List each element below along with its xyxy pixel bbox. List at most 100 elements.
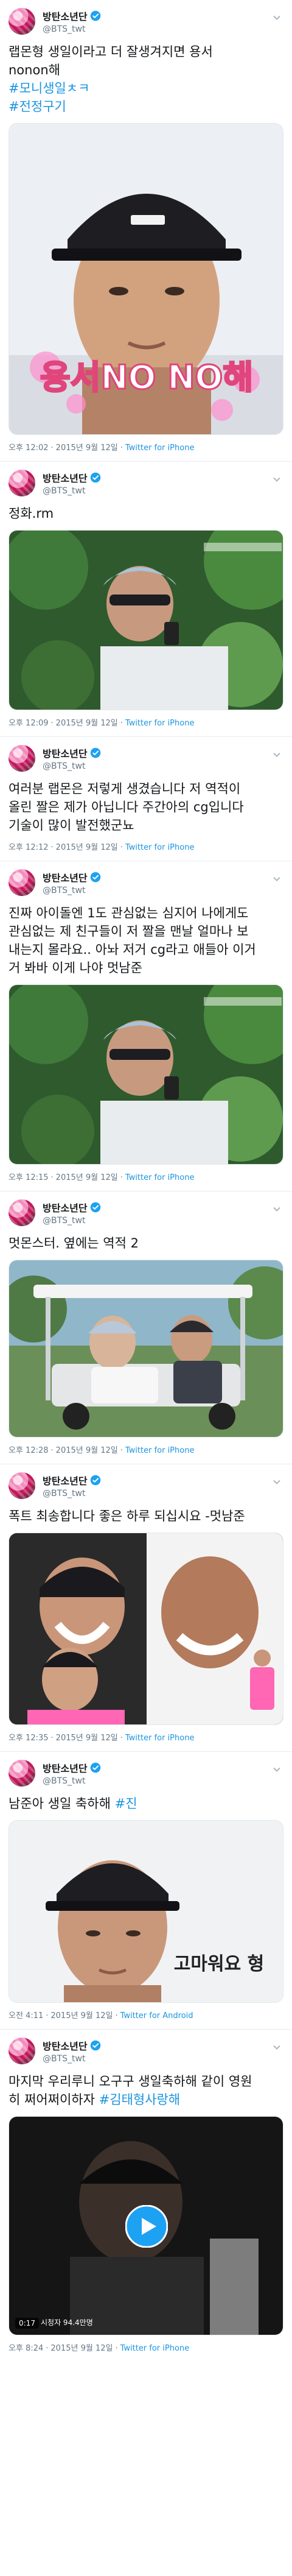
tweet-source-link[interactable]: Twitter for iPhone	[125, 1734, 195, 1743]
tweet-text-line: 랩몬형 생일이라고 더 잘생겨지면 용서	[9, 44, 213, 59]
author-name[interactable]: 방탄소년단	[43, 470, 88, 485]
tweet-source-link[interactable]: Twitter for iPhone	[125, 843, 195, 852]
tweet[interactable]: 방탄소년단 @BTS_twt 랩몬형 생일이라고 더 잘생겨지면 용서 nono…	[0, 0, 292, 462]
tweet[interactable]: 방탄소년단 @BTS_twt 남준아 생일 축하해 #진 고마워요 형 오전 4…	[0, 1752, 292, 2030]
tweet-time: 오후 12:02	[9, 443, 49, 453]
tweet-meta: 오후 12:35 · 2015년 9월 12일 · Twitter for iPhone	[9, 1734, 195, 1743]
name-row: 방탄소년단	[43, 746, 101, 760]
tweet[interactable]: 방탄소년단 @BTS_twt 여러분 랩몬은 저렇게 생겼습니다 저 역적이 올…	[0, 737, 292, 861]
chevron-down-icon[interactable]	[273, 13, 281, 22]
photo-caption: 고마워요 형	[174, 1953, 264, 1975]
author-handle: @BTS_twt	[43, 886, 86, 895]
author-name[interactable]: 방탄소년단	[43, 746, 88, 760]
tweet-text-line: 여러분 랩몬은 저렇게 생겼습니다 저 역적이	[9, 782, 241, 796]
author-handle: @BTS_twt	[43, 1216, 86, 1226]
tweet-photo[interactable]: 용서NO NO해	[9, 123, 283, 435]
author-name[interactable]: 방탄소년단	[43, 9, 88, 23]
author-name[interactable]: 방탄소년단	[43, 1473, 88, 1487]
tweet-feed: 방탄소년단 @BTS_twt 랩몬형 생일이라고 더 잘생겨지면 용서 nono…	[0, 0, 292, 2362]
hashtag-link[interactable]: #김태형사랑해	[99, 2092, 181, 2107]
author-names: 방탄소년단 @BTS_twt	[43, 1760, 101, 1786]
photo-golf-cart	[9, 1260, 283, 1437]
tweet[interactable]: 방탄소년단 @BTS_twt 마지막 우리루니 오구구 생일축하해 같이 영원 …	[0, 2030, 292, 2362]
name-row: 방탄소년단	[43, 1473, 101, 1487]
author-name[interactable]: 방탄소년단	[43, 2038, 88, 2053]
avatar[interactable]	[9, 1760, 35, 1787]
tweet-source-link[interactable]: Twitter for iPhone	[125, 719, 195, 728]
tweet-photo[interactable]	[9, 984, 283, 1165]
tweet[interactable]: 방탄소년단 @BTS_twt 폭트 최송합니다 좋은 하루 되십시요 -멋남준	[0, 1464, 292, 1752]
tweet-header: 방탄소년단 @BTS_twt	[9, 469, 283, 497]
tweet-source-link[interactable]: Twitter for iPhone	[125, 1173, 195, 1182]
tweet-text-line: 히 쩌어쩌이하자 #김태형사랑해	[9, 2091, 283, 2109]
tweet-source-link[interactable]: Twitter for iPhone	[125, 443, 195, 453]
tweet-photo[interactable]	[9, 1260, 283, 1438]
hashtag-link[interactable]: #전정구기	[9, 97, 283, 116]
tweet-meta: 오후 8:24 · 2015년 9월 12일 · Twitter for iPhone	[9, 2344, 190, 2353]
author-name[interactable]: 방탄소년단	[43, 1200, 88, 1215]
tweet-source-link[interactable]: Twitter for iPhone	[125, 1446, 195, 1455]
author-name[interactable]: 방탄소년단	[43, 870, 88, 884]
tweet-date: 2015년 9월 12일	[55, 1173, 118, 1182]
author-names: 방탄소년단 @BTS_twt	[43, 746, 101, 771]
tweet-text-line: 폭트 최송합니다 좋은 하루 되십시요 -멋남준	[9, 1509, 245, 1523]
tweet-text: 여러분 랩몬은 저렇게 생겼습니다 저 역적이 올린 짤은 제가 아닙니다 주간…	[9, 780, 283, 835]
author-handle: @BTS_twt	[43, 1776, 86, 1786]
author-handle: @BTS_twt	[43, 1489, 86, 1498]
avatar[interactable]	[9, 2038, 35, 2064]
tweet-text-line: 기술이 많이 발전했군뇨	[9, 818, 134, 833]
author-name[interactable]: 방탄소년단	[43, 1760, 88, 1775]
tweet[interactable]: 방탄소년단 @BTS_twt 진짜 아이돌엔 1도 관심없는 심지어 나에게도 …	[0, 861, 292, 1191]
tweet-text-line: 관심없는 제 친구들이 저 짤을 맨날 얼마나 보	[9, 924, 249, 939]
tweet-photo[interactable]	[9, 1533, 283, 1725]
tweet-text: 폭트 최송합니다 좋은 하루 되십시요 -멋남준	[9, 1507, 283, 1525]
chevron-down-icon[interactable]	[273, 1478, 281, 1486]
tweet-time: 오후 12:35	[9, 1734, 49, 1743]
verified-badge-icon	[90, 10, 100, 21]
tweet[interactable]: 방탄소년단 @BTS_twt 멋몬스터. 옆에는 역적 2 오후 12:28 ·…	[0, 1191, 292, 1464]
author-names: 방탄소년단 @BTS_twt	[43, 470, 101, 496]
tweet-text: 멋몬스터. 옆에는 역적 2	[9, 1234, 283, 1252]
tweet-text-line: 멋몬스터. 옆에는 역적 2	[9, 1236, 139, 1251]
tweet-time: 오후 12:15	[9, 1173, 49, 1182]
tweet-source-link[interactable]: Twitter for iPhone	[120, 2344, 190, 2353]
tweet-date: 2015년 9월 12일	[55, 1446, 118, 1455]
avatar[interactable]	[9, 8, 35, 35]
tweet[interactable]: 방탄소년단 @BTS_twt 정화.rm 오후 12:09 · 2015년 9월…	[0, 462, 292, 737]
avatar[interactable]	[9, 869, 35, 896]
tweet-video[interactable]: 0:17 시청자 94.4만명	[9, 2116, 283, 2335]
tweet-time: 오전 4:11	[9, 2011, 44, 2020]
chevron-down-icon[interactable]	[273, 475, 281, 484]
hashtag-link[interactable]: #모니생일ㅊㅋ	[9, 79, 283, 97]
tweet-photo[interactable]: 고마워요 형	[9, 1820, 283, 2003]
tweet-date: 2015년 9월 12일	[50, 2011, 113, 2020]
tweet-source-link[interactable]: Twitter for Android	[120, 2011, 193, 2020]
hashtag-link[interactable]: #진	[115, 1796, 137, 1811]
author-names: 방탄소년단 @BTS_twt	[43, 2038, 101, 2064]
tweet-text: 마지막 우리루니 오구구 생일축하해 같이 영원 히 쩌어쩌이하자 #김태형사랑…	[9, 2072, 283, 2109]
tweet-time: 오후 8:24	[9, 2344, 44, 2353]
play-icon[interactable]	[125, 2205, 168, 2248]
tweet-text: 진짜 아이돌엔 1도 관심없는 심지어 나에게도 관심없는 제 친구들이 저 짤…	[9, 904, 283, 977]
photo-outdoor-phone	[9, 985, 283, 1164]
chevron-down-icon[interactable]	[273, 875, 281, 883]
tweet-photo[interactable]	[9, 530, 283, 710]
name-row: 방탄소년단	[43, 1200, 101, 1215]
chevron-down-icon[interactable]	[273, 1205, 281, 1213]
author-names: 방탄소년단 @BTS_twt	[43, 1473, 101, 1498]
tweet-text-line: 내는지 몰라요.. 아놔 저거 cg라고 애들아 이거	[9, 942, 256, 957]
tweet-header: 방탄소년단 @BTS_twt	[9, 869, 283, 897]
chevron-down-icon[interactable]	[273, 1765, 281, 1774]
chevron-down-icon[interactable]	[273, 750, 281, 759]
photo-closeup-portrait: 용서NO NO해	[9, 124, 283, 434]
photo-collage	[9, 1533, 283, 1724]
avatar[interactable]	[9, 1472, 35, 1499]
verified-badge-icon	[90, 872, 100, 883]
avatar[interactable]	[9, 745, 35, 772]
avatar[interactable]	[9, 1199, 35, 1226]
tweet-header: 방탄소년단 @BTS_twt	[9, 1759, 283, 1787]
avatar[interactable]	[9, 470, 35, 496]
chevron-down-icon[interactable]	[273, 2043, 281, 2052]
tweet-header: 방탄소년단 @BTS_twt	[9, 1472, 283, 1500]
tweet-text: 남준아 생일 축하해 #진	[9, 1794, 283, 1813]
